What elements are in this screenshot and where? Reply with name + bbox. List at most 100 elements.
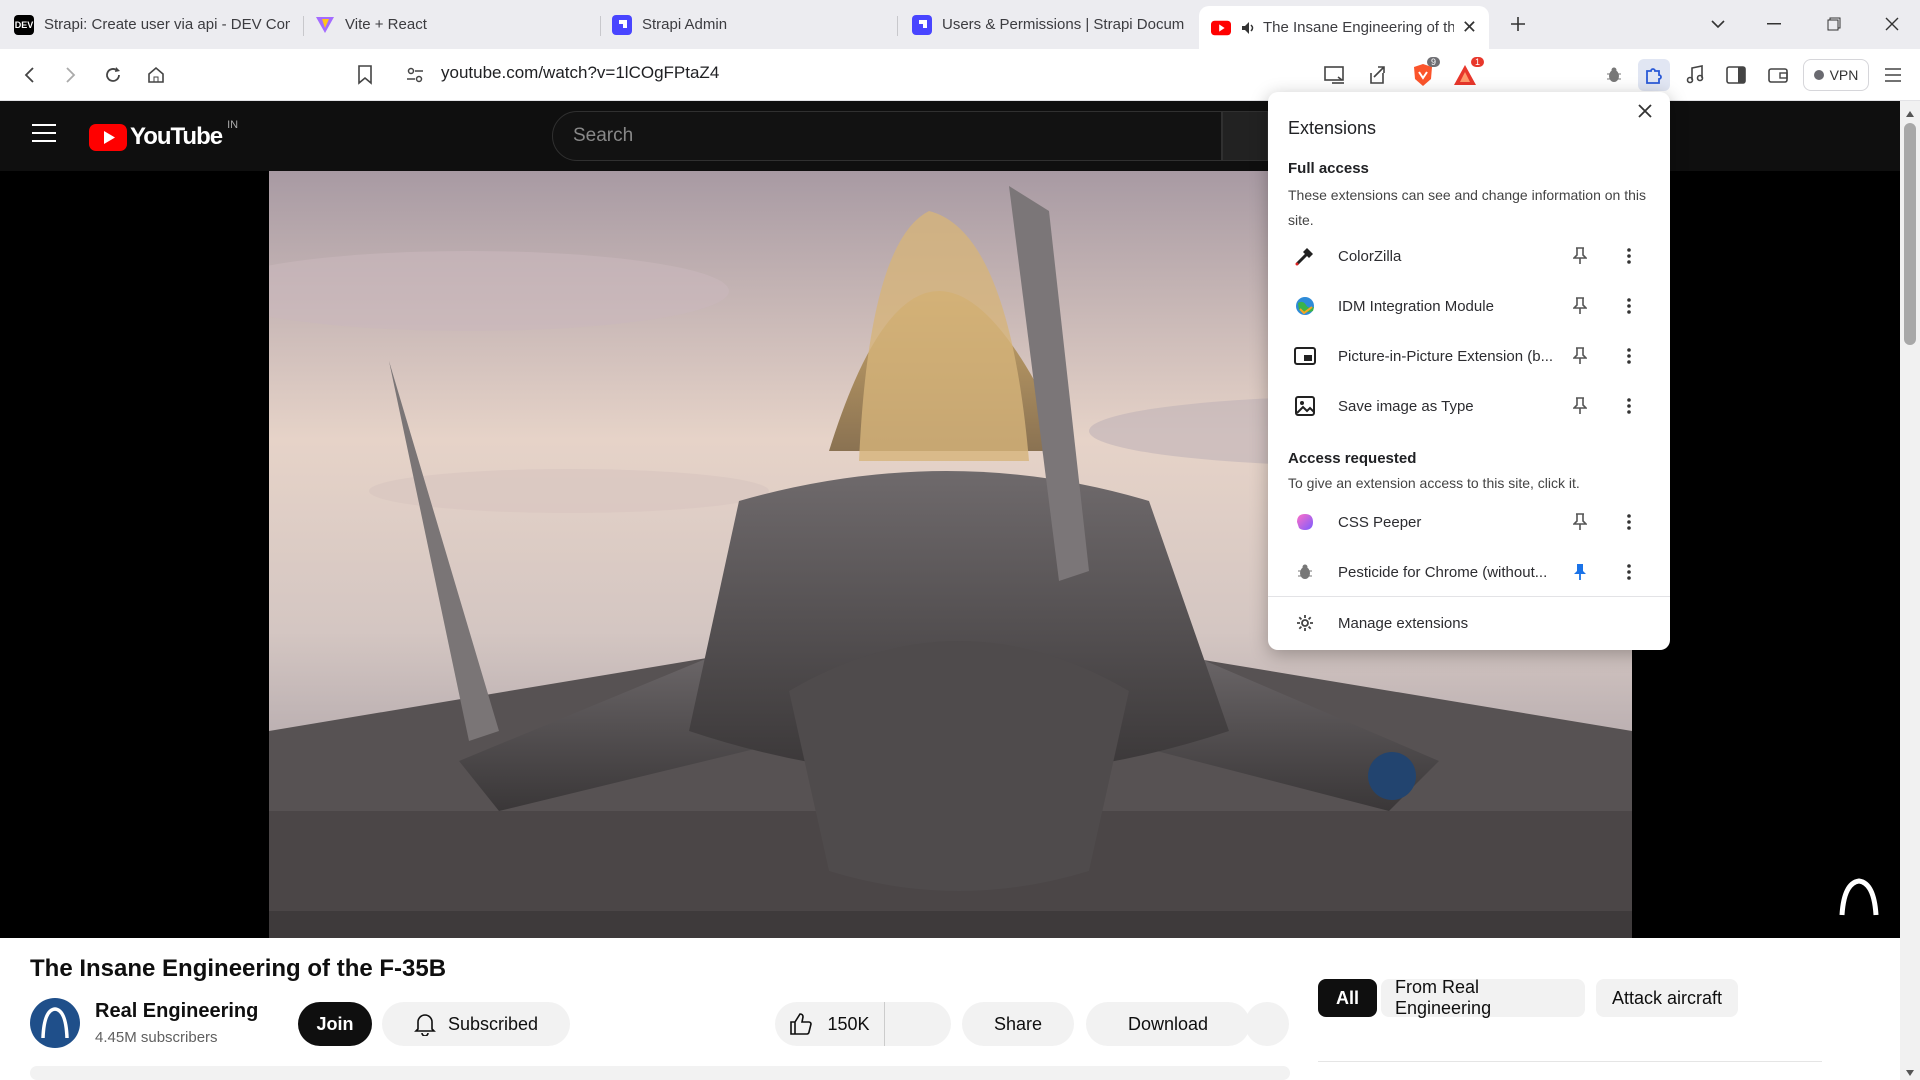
extension-name: IDM Integration Module <box>1338 297 1494 315</box>
new-tab-button[interactable] <box>1500 8 1536 40</box>
extension-row-pip[interactable]: Picture-in-Picture Extension (b... <box>1268 331 1670 381</box>
media-music-icon[interactable] <box>1679 59 1711 91</box>
like-button[interactable]: 150K <box>775 1002 885 1046</box>
cast-icon[interactable] <box>1319 59 1351 91</box>
extension-name: ColorZilla <box>1338 247 1402 265</box>
more-vert-icon[interactable] <box>1618 345 1640 367</box>
home-icon[interactable] <box>140 59 172 91</box>
site-settings-icon[interactable] <box>399 59 431 91</box>
pin-icon[interactable] <box>1569 395 1591 417</box>
extension-row-idm[interactable]: IDM Integration Module <box>1268 281 1670 331</box>
forward-icon[interactable] <box>54 59 86 91</box>
minimize-icon[interactable] <box>1756 8 1792 40</box>
tab-strip: DEV Strapi: Create user via api - DEV Co… <box>0 0 1920 49</box>
vpn-button[interactable]: VPN <box>1803 59 1869 91</box>
address-bar[interactable]: youtube.com/watch?v=1lCOgFPtaZ4 <box>441 63 719 83</box>
pin-icon[interactable] <box>1569 511 1591 533</box>
more-vert-icon[interactable] <box>1618 395 1640 417</box>
pin-icon[interactable] <box>1569 345 1591 367</box>
back-icon[interactable] <box>14 59 46 91</box>
youtube-logo[interactable]: YouTube IN <box>89 119 238 151</box>
like-count: 150K <box>827 1013 870 1034</box>
share-label: Share <box>993 1013 1043 1034</box>
tab-strapi-docs[interactable]: Users & Permissions | Strapi Docume <box>900 6 1196 43</box>
more-vert-icon[interactable] <box>1618 295 1640 317</box>
share-icon[interactable] <box>1361 59 1393 91</box>
youtube-logo-text: YouTube <box>130 123 223 150</box>
brave-rewards-icon[interactable]: 1 <box>1449 57 1485 91</box>
vpn-label: VPN <box>1829 67 1859 83</box>
pesticide-bug-icon[interactable] <box>1598 59 1630 91</box>
channel-name[interactable]: Real Engineering <box>95 1000 258 1023</box>
extension-name: Save image as Type <box>1338 397 1474 415</box>
more-actions-button[interactable] <box>1245 1002 1289 1046</box>
more-vert-icon[interactable] <box>1618 511 1640 533</box>
extension-name: Picture-in-Picture Extension (b... <box>1338 347 1554 365</box>
vite-icon <box>315 15 335 35</box>
chip-attack-aircraft[interactable]: Attack aircraft <box>1596 979 1738 1017</box>
pin-icon[interactable] <box>1569 295 1591 317</box>
extensions-puzzle-icon[interactable] <box>1638 59 1670 91</box>
guide-menu-icon[interactable] <box>32 123 56 148</box>
more-vert-icon[interactable] <box>1618 561 1640 583</box>
youtube-icon <box>1211 18 1231 38</box>
download-button[interactable]: Download <box>1086 1002 1250 1046</box>
close-tab-icon[interactable]: ✕ <box>1462 17 1477 38</box>
extension-name: CSS Peeper <box>1338 513 1422 531</box>
scrollbar-thumb[interactable] <box>1904 123 1916 345</box>
tab-youtube-active[interactable]: The Insane Engineering of th ✕ <box>1199 6 1489 49</box>
dev-icon: DEV <box>14 14 34 35</box>
sidebar-icon[interactable] <box>1720 59 1752 91</box>
image-icon <box>1294 395 1316 417</box>
bookmark-icon[interactable] <box>349 59 381 91</box>
pip-icon <box>1294 345 1316 367</box>
tab-search-chevron-icon[interactable] <box>1700 8 1736 40</box>
panel-title: Extensions <box>1288 118 1377 138</box>
extension-row-pesticide[interactable]: Pesticide for Chrome (without... <box>1268 547 1670 597</box>
vpn-status-dot <box>1813 70 1824 80</box>
restore-icon[interactable] <box>1816 8 1852 40</box>
strapi-icon <box>912 14 932 35</box>
speaker-icon[interactable] <box>1241 21 1255 35</box>
manage-extensions-label: Manage extensions <box>1338 614 1469 632</box>
scroll-up-arrow-icon[interactable] <box>1905 105 1915 123</box>
extension-row-colorzilla[interactable]: ColorZilla <box>1268 231 1670 281</box>
brave-shields-icon[interactable]: 9 <box>1407 57 1441 91</box>
strapi-icon <box>612 14 632 35</box>
eyedropper-icon <box>1294 245 1316 267</box>
search-button[interactable] <box>1222 111 1268 161</box>
scroll-down-arrow-icon[interactable] <box>1905 1064 1915 1080</box>
extension-row-css-peeper[interactable]: CSS Peeper <box>1268 497 1670 547</box>
chip-all[interactable]: All <box>1318 979 1377 1017</box>
pin-filled-icon[interactable] <box>1569 561 1591 583</box>
close-window-icon[interactable] <box>1874 8 1910 40</box>
access-requested-heading: Access requested <box>1288 450 1417 467</box>
menu-hamburger-icon[interactable] <box>1877 59 1909 91</box>
bug-icon <box>1294 561 1316 583</box>
shield-badge: 9 <box>1427 57 1441 67</box>
tab-title: The Insane Engineering of th <box>1263 19 1454 36</box>
tab-dev[interactable]: DEV Strapi: Create user via api - DEV Co… <box>2 6 302 43</box>
channel-watermark-icon[interactable] <box>1838 877 1880 922</box>
peeper-icon <box>1294 511 1316 533</box>
channel-avatar[interactable] <box>30 998 80 1048</box>
tab-vite[interactable]: Vite + React <box>303 6 599 43</box>
join-button[interactable]: Join <box>298 1002 372 1046</box>
tab-strapi-admin[interactable]: Strapi Admin <box>600 6 896 43</box>
download-label: Download <box>1127 1013 1209 1034</box>
description-box[interactable] <box>30 1066 1290 1080</box>
pin-icon[interactable] <box>1569 245 1591 267</box>
dislike-button[interactable] <box>885 1002 951 1046</box>
subscribed-button[interactable]: Subscribed <box>382 1002 570 1046</box>
reload-icon[interactable] <box>97 59 129 91</box>
share-button[interactable]: Share <box>962 1002 1074 1046</box>
chip-from-channel[interactable]: From Real Engineering <box>1381 977 1585 1018</box>
search-input[interactable]: Search <box>552 111 1222 161</box>
extension-row-save-image[interactable]: Save image as Type <box>1268 381 1670 431</box>
more-vert-icon[interactable] <box>1618 245 1640 267</box>
manage-extensions-row[interactable]: Manage extensions <box>1268 598 1670 648</box>
wallet-icon[interactable] <box>1762 59 1794 91</box>
search-placeholder: Search <box>573 125 634 146</box>
full-access-heading: Full access <box>1288 160 1369 177</box>
close-panel-icon[interactable] <box>1638 104 1652 123</box>
